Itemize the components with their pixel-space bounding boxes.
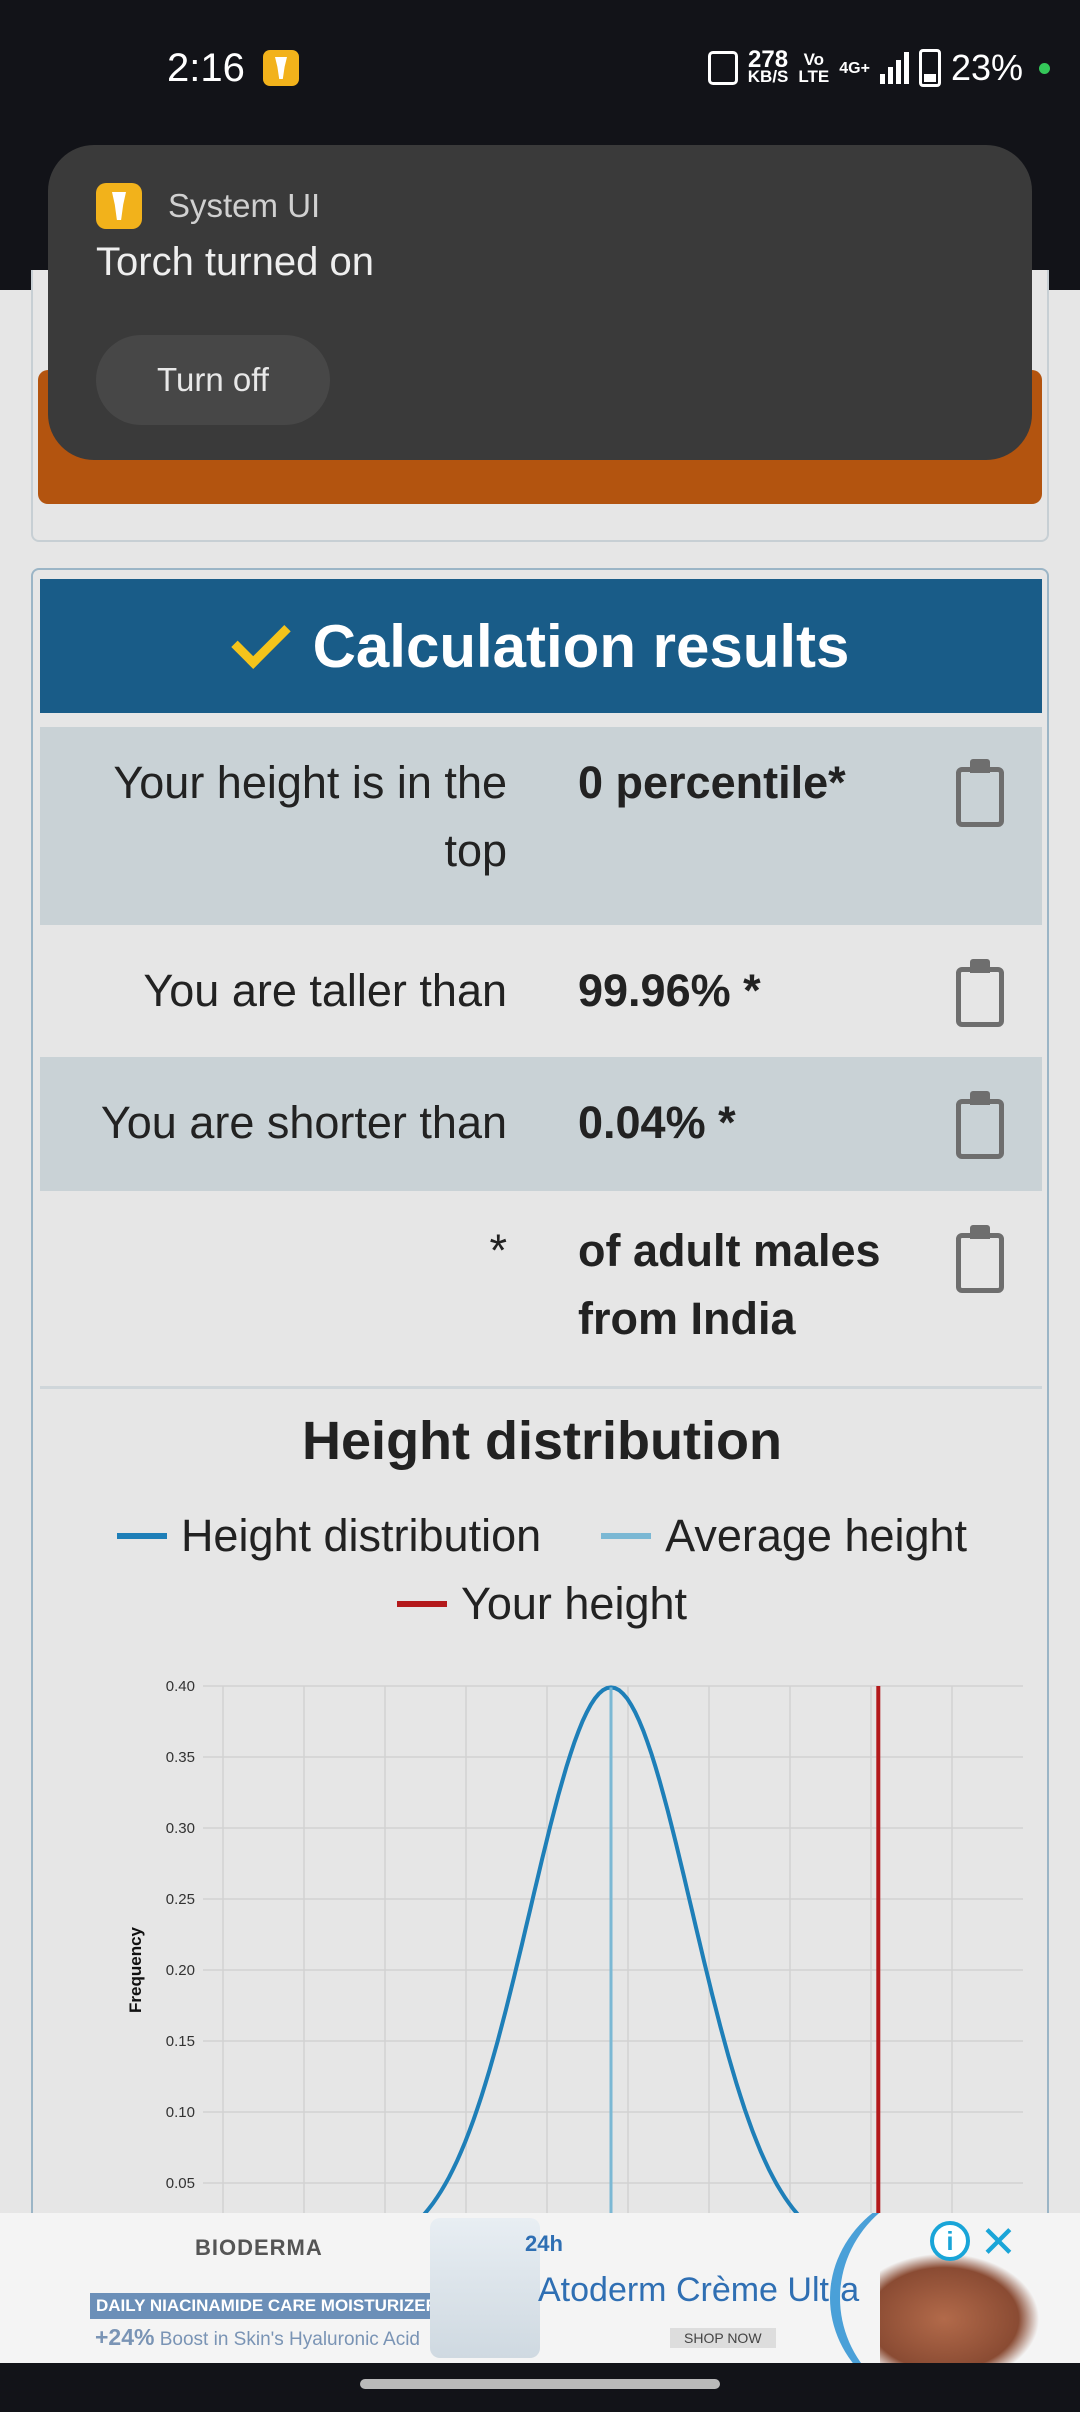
row-value: 0.04% *: [578, 1097, 736, 1148]
notification-app-name: System UI: [168, 187, 321, 224]
info-icon[interactable]: i: [930, 2221, 970, 2261]
volte-bottom: LTE: [798, 67, 830, 86]
clock: 2:16: [167, 46, 245, 90]
ad-product-name: Atoderm Crème Ultra: [538, 2271, 860, 2309]
y-tick-label: 0.10: [166, 2104, 195, 2121]
divider: [40, 1386, 1042, 1389]
row-label: You are shorter than: [100, 1097, 507, 1148]
network-type: 4G+: [839, 59, 870, 77]
clipboard-icon[interactable]: [956, 959, 1004, 1027]
chart-legend-row2: Your height: [33, 1578, 1047, 1630]
volte-top: Vo: [803, 50, 825, 69]
distribution-title: Height distribution: [302, 1411, 782, 1471]
y-tick-label: 0.25: [166, 1891, 195, 1908]
privacy-dot-icon: [1039, 62, 1050, 74]
ad-brand: BIODERMA: [195, 2235, 323, 2260]
status-bar: 2:16 278 KB/S Vo LTE 4G+ 23%: [0, 0, 1080, 140]
navigation-bar: [0, 2363, 1080, 2412]
legend-label: Height distribution: [180, 1510, 542, 1561]
check-icon: [233, 626, 291, 666]
legend-swatch: [396, 1601, 447, 1607]
y-axis-label: Frequency: [126, 1926, 145, 2013]
ad-banner[interactable]: BIODERMA DAILY NIACINAMIDE CARE MOISTURI…: [0, 2213, 1080, 2363]
battery-icon: [918, 49, 941, 87]
ad-badge: 24h: [525, 2231, 563, 2256]
clipboard-icon[interactable]: [956, 1225, 1004, 1293]
signal-icon: [879, 52, 909, 84]
legend-item-average[interactable]: Average height: [601, 1510, 967, 1562]
ad-sub-text: Boost in Skin's Hyaluronic Acid: [159, 2329, 420, 2350]
notification-message: Torch turned on: [96, 240, 374, 284]
ad-shop-button[interactable]: SHOP NOW: [670, 2328, 776, 2348]
result-row-taller: You are taller than 99.96% *: [40, 925, 1042, 1057]
y-tick-label: 0.05: [166, 2175, 195, 2192]
result-row-percentile: Your height is in the top 0 percentile*: [40, 727, 1042, 925]
row-label: You are taller than: [143, 965, 507, 1016]
battery-percent: 23%: [950, 47, 1023, 88]
legend-swatch: [601, 1533, 652, 1539]
home-gesture-handle[interactable]: [360, 2379, 720, 2389]
row-label: Your height is in the top: [113, 757, 507, 876]
legend-swatch: [116, 1533, 167, 1539]
results-title: Calculation results: [312, 612, 850, 680]
turn-off-button[interactable]: Turn off: [96, 335, 330, 425]
result-row-population: * of adult males from India: [40, 1191, 1042, 1386]
legend-item-distribution[interactable]: Height distribution: [116, 1510, 542, 1562]
results-card: Calculation results Your height is in th…: [31, 568, 1049, 2368]
torch-icon: [263, 50, 299, 86]
y-tick-label: 0.20: [166, 1962, 195, 1979]
results-header: Calculation results: [40, 579, 1042, 713]
status-icons: 278 KB/S Vo LTE 4G+ 23%: [707, 44, 1050, 92]
legend-label: Average height: [665, 1510, 968, 1561]
clipboard-icon[interactable]: [956, 1091, 1004, 1159]
row-value: 0 percentile*: [578, 757, 846, 808]
ad-model-image: [880, 2253, 1040, 2363]
y-tick-label: 0.35: [166, 1749, 195, 1766]
legend-label: Your height: [460, 1578, 688, 1629]
chart-legend: Height distribution Average height: [33, 1510, 1047, 1562]
ad-subline: +24% Boost in Skin's Hyaluronic Acid: [95, 2324, 420, 2351]
net-speed-unit: KB/S: [747, 67, 789, 86]
row-value: 99.96% *: [578, 965, 761, 1016]
y-tick-label: 0.30: [166, 1820, 195, 1837]
ad-sub-bold: +24%: [95, 2324, 155, 2350]
row-label: *: [489, 1225, 507, 1276]
torch-icon: [96, 183, 142, 229]
net-speed-value: 278: [748, 46, 789, 73]
result-row-shorter: You are shorter than 0.04% *: [40, 1057, 1042, 1191]
row-value: of adult males from India: [578, 1225, 881, 1344]
y-tick-label: 0.15: [166, 2033, 195, 2050]
torch-notification: System UI Torch turned on Turn off: [48, 145, 1032, 460]
volte-indicator: Vo LTE: [798, 51, 829, 85]
vibrate-icon: [707, 51, 738, 85]
close-icon[interactable]: ✕: [980, 2217, 1017, 2268]
net-speed: 278 KB/S: [747, 46, 789, 86]
clipboard-icon[interactable]: [956, 759, 1004, 827]
ad-tagline: DAILY NIACINAMIDE CARE MOISTURIZER: [90, 2293, 444, 2319]
ad-product-image: [430, 2218, 540, 2358]
legend-item-your-height[interactable]: Your height: [396, 1578, 688, 1630]
y-tick-label: 0.40: [166, 1678, 195, 1695]
